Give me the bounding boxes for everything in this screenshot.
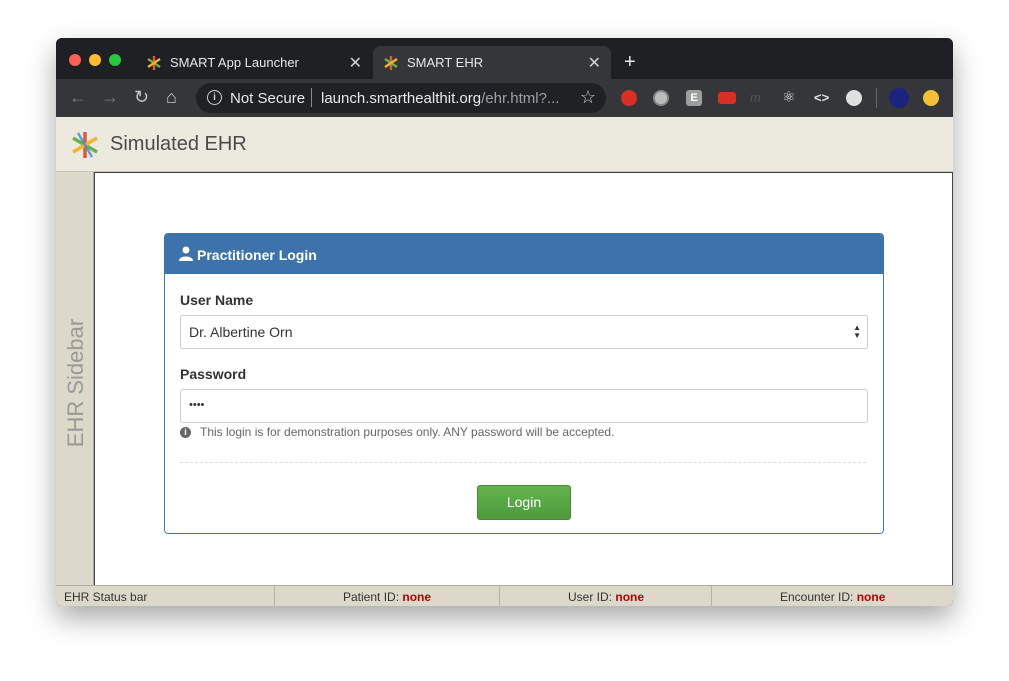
smart-logo-icon — [147, 56, 161, 70]
e-extension-icon[interactable]: E — [686, 90, 702, 106]
patient-id-label: Patient ID: — [343, 590, 400, 604]
username-value: Dr. Albertine Orn — [189, 324, 293, 340]
browser-toolbar: ← → ↻ ⌂ i Not Secure launch.smarthealthi… — [56, 79, 953, 117]
address-bar[interactable]: i Not Secure launch.smarthealthit.org/eh… — [196, 83, 606, 113]
ehr-sidebar: EHR Sidebar — [56, 172, 94, 585]
github-icon[interactable] — [846, 90, 862, 106]
home-icon[interactable]: ⌂ — [166, 87, 177, 108]
close-icon[interactable]: ✕ — [349, 53, 362, 73]
password-label: Password — [180, 366, 247, 382]
status-divider — [711, 586, 712, 606]
panel-title: Practitioner Login — [197, 247, 317, 263]
tab-title: SMART EHR — [407, 55, 484, 70]
close-icon[interactable]: ✕ — [588, 53, 601, 73]
ehr-status-bar: EHR Status bar Patient ID: none User ID:… — [56, 585, 953, 606]
ehr-title: Simulated EHR — [110, 133, 247, 155]
m-extension-icon[interactable]: m — [750, 90, 766, 106]
encounter-id-value: none — [856, 590, 886, 604]
minimize-window-button[interactable] — [89, 54, 101, 66]
close-window-button[interactable] — [69, 54, 81, 66]
toolbar-divider — [876, 88, 877, 108]
update-icon[interactable] — [923, 90, 939, 106]
tab-strip: SMART App Launcher ✕ SMART EHR ✕ + — [56, 38, 953, 79]
status-divider — [274, 586, 275, 606]
status-divider — [499, 586, 500, 606]
user-id: User ID: none — [568, 590, 644, 604]
back-arrow-icon[interactable]: ← — [69, 87, 87, 108]
username-select[interactable]: Dr. Albertine Orn ▲ ▼ — [180, 315, 868, 349]
browser-window: SMART App Launcher ✕ SMART EHR ✕ + ← → ↻… — [56, 38, 953, 606]
url-path: /ehr.html?... — [481, 90, 560, 107]
user-icon — [179, 246, 193, 261]
divider — [311, 88, 312, 107]
login-panel: Practitioner Login User Name Dr. Alberti… — [164, 233, 884, 534]
url-text[interactable]: launch.smarthealthit.org/ehr.html?... — [321, 90, 559, 107]
info-icon[interactable]: i — [207, 90, 222, 105]
patient-id: Patient ID: none — [343, 590, 431, 604]
reload-icon[interactable]: ↻ — [134, 87, 149, 108]
smart-logo-icon — [384, 56, 398, 70]
forward-arrow-icon[interactable]: → — [101, 87, 119, 108]
security-label[interactable]: Not Secure — [230, 90, 305, 107]
sidebar-label: EHR Sidebar — [63, 318, 88, 448]
encounter-id: Encounter ID: none — [780, 590, 885, 604]
url-host: launch.smarthealthit.org — [321, 90, 482, 107]
password-value: •••• — [189, 399, 205, 411]
tab-smart-app-launcher[interactable]: SMART App Launcher ✕ — [136, 46, 372, 79]
encounter-id-label: Encounter ID: — [780, 590, 854, 604]
maximize-window-button[interactable] — [109, 54, 121, 66]
circle-extension-icon[interactable] — [653, 90, 669, 106]
tab-title: SMART App Launcher — [170, 55, 299, 70]
help-text: i This login is for demonstration purpose… — [180, 425, 614, 439]
panel-heading: Practitioner Login — [165, 234, 883, 274]
patient-id-value: none — [402, 590, 432, 604]
new-tab-button[interactable]: + — [624, 51, 636, 74]
username-label: User Name — [180, 292, 254, 308]
app-content: Practitioner Login User Name Dr. Alberti… — [94, 172, 953, 586]
smart-logo-icon — [72, 132, 98, 158]
info-icon: i — [180, 427, 191, 438]
code-extension-icon[interactable]: <> — [814, 90, 830, 106]
status-bar-label: EHR Status bar — [64, 590, 148, 604]
select-arrows-icon: ▲ ▼ — [853, 323, 861, 340]
bookmark-star-icon[interactable]: ☆ — [580, 87, 596, 108]
video-extension-icon[interactable] — [718, 92, 736, 104]
help-message: This login is for demonstration purposes… — [200, 425, 615, 439]
react-extension-icon[interactable]: ⚛ — [782, 90, 798, 106]
user-id-label: User ID: — [568, 590, 613, 604]
form-divider — [180, 462, 866, 463]
password-field[interactable]: •••• — [180, 389, 868, 423]
login-button[interactable]: Login — [477, 485, 571, 520]
tab-smart-ehr[interactable]: SMART EHR ✕ — [373, 46, 611, 79]
ehr-header: Simulated EHR — [56, 117, 953, 172]
adblock-extension-icon[interactable] — [621, 90, 637, 106]
profile-avatar[interactable] — [889, 88, 909, 108]
user-id-value: none — [615, 590, 645, 604]
